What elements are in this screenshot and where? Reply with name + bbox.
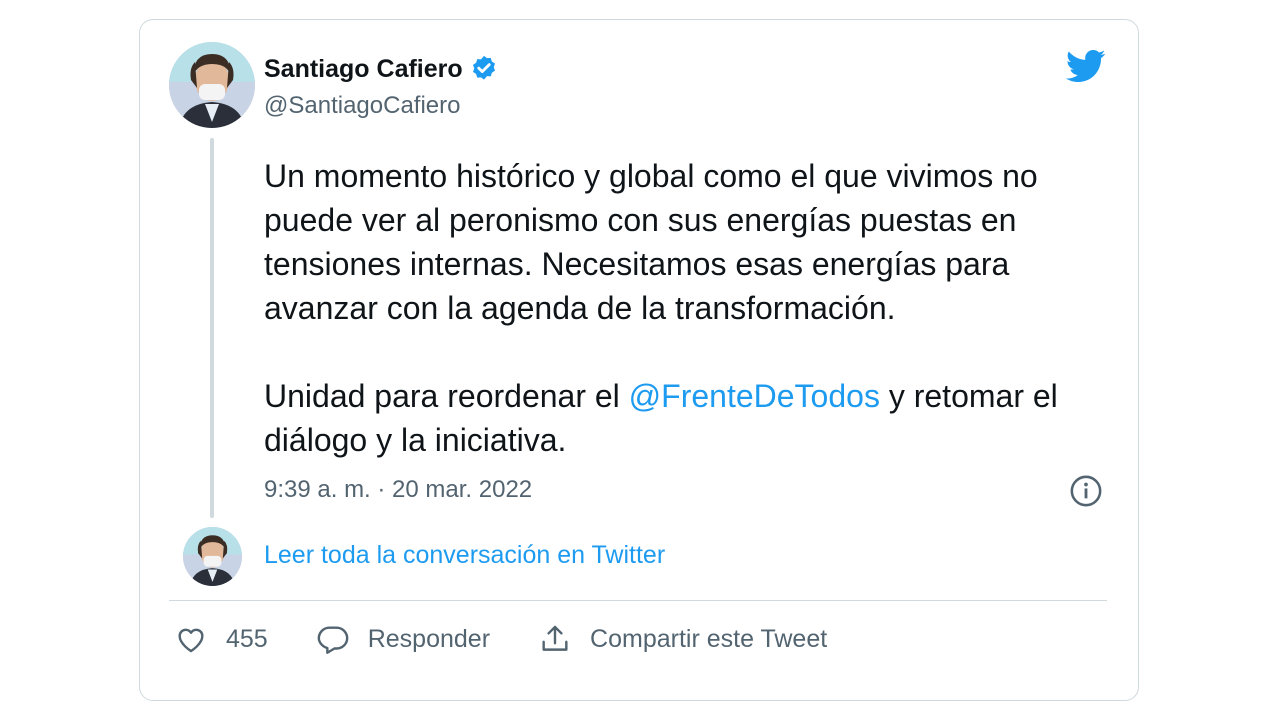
- divider: [169, 600, 1107, 601]
- avatar-photo: [169, 42, 255, 128]
- heart-icon: [174, 622, 208, 656]
- reply-button[interactable]: Responder: [316, 622, 490, 656]
- author-avatar[interactable]: [169, 42, 255, 128]
- share-label: Compartir este Tweet: [590, 624, 828, 653]
- mention-link[interactable]: @FrenteDeTodos: [629, 378, 880, 414]
- tweet-paragraph-1: Un momento histórico y global como el qu…: [264, 158, 1038, 326]
- thread-line: [210, 138, 214, 518]
- like-button[interactable]: 455: [174, 622, 268, 656]
- share-button[interactable]: Compartir este Tweet: [538, 622, 827, 656]
- read-conversation-link[interactable]: Leer toda la conversación en Twitter: [264, 541, 665, 570]
- tweet-timestamp[interactable]: 9:39 a. m. · 20 mar. 2022: [264, 476, 532, 504]
- author-display-name[interactable]: Santiago Cafiero: [264, 55, 463, 84]
- tweet-paragraph-2-start: Unidad para reordenar el: [264, 378, 629, 414]
- action-bar: 455 Responder Compartir este Tweet: [174, 621, 875, 657]
- reply-label: Responder: [367, 624, 491, 653]
- author-name-row[interactable]: Santiago Cafiero: [264, 54, 499, 84]
- verified-badge-icon: [469, 54, 499, 84]
- conversation-avatar[interactable]: [183, 527, 242, 586]
- like-count: 455: [226, 624, 268, 653]
- tweet-card: Santiago Cafiero @SantiagoCafiero Un mom…: [139, 19, 1139, 701]
- share-icon: [538, 622, 572, 656]
- author-handle[interactable]: @SantiagoCafiero: [264, 92, 460, 120]
- reply-bubble-icon: [316, 622, 350, 656]
- avatar-photo-small: [183, 527, 242, 586]
- tweet-paragraph-2: Unidad para reordenar el @FrenteDeTodos …: [264, 374, 1124, 462]
- tweet-text: Un momento histórico y global como el qu…: [264, 154, 1124, 462]
